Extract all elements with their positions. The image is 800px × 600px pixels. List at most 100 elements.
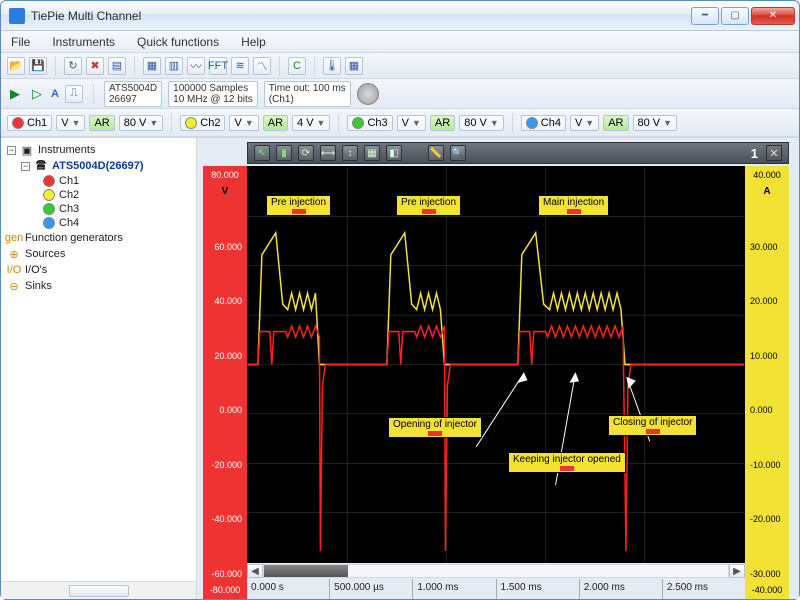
channel-ch4[interactable]: Ch4 [521, 115, 566, 131]
table-icon[interactable]: ▦ [345, 57, 363, 75]
zoom-v-icon[interactable]: ↕ [342, 145, 358, 161]
meter-icon[interactable]: ▥ [165, 57, 183, 75]
collapse-icon[interactable]: − [21, 162, 30, 171]
minimize-button[interactable]: ━ [691, 7, 719, 25]
annotation-pre-injection-2[interactable]: Pre injection [396, 195, 461, 216]
app-window: TiePie Multi Channel ━ ▢ ✕ File Instrume… [0, 0, 800, 600]
ch1-autorange[interactable]: AR [89, 115, 114, 131]
menu-file[interactable]: File [7, 33, 34, 51]
marker-icon[interactable]: ▮ [276, 145, 292, 161]
tree-instruments-node[interactable]: − ▣ Instruments [3, 142, 194, 158]
time-axis[interactable]: 0.000 s 500.000 µs 1.000 ms 1.500 ms 2.0… [247, 579, 745, 599]
left-axis[interactable]: 80.000 V 60.000 40.000 20.000 0.000 -20.… [203, 166, 247, 599]
menubar: File Instruments Quick functions Help [1, 31, 799, 53]
tree-sources[interactable]: ⊕Sources [3, 246, 194, 262]
device-model-box[interactable]: ATS5004D 26697 [104, 81, 162, 107]
menu-instruments[interactable]: Instruments [48, 33, 119, 51]
axis-tick: -20.000 [747, 514, 787, 524]
ch3-range[interactable]: 80 V▼ [459, 115, 504, 131]
signal-icon[interactable]: ≋ [231, 57, 249, 75]
close-button[interactable]: ✕ [751, 7, 795, 25]
sample-info-box[interactable]: 100000 Samples 10 MHz @ 12 bits [168, 81, 258, 107]
app-icon [9, 8, 25, 24]
menu-quick-functions[interactable]: Quick functions [133, 33, 223, 51]
doc-icon[interactable]: ▤ [108, 57, 126, 75]
time-tick: 1.000 ms [412, 579, 495, 599]
ch2-color-dot [185, 117, 197, 129]
fft-icon[interactable]: FFT [209, 57, 227, 75]
timeout-box[interactable]: Time out: 100 ms (Ch1) [264, 81, 351, 107]
play-once-icon[interactable]: ▷ [29, 86, 45, 102]
tree-ch3[interactable]: Ch3 [3, 202, 194, 216]
ch4-range[interactable]: 80 V▼ [633, 115, 678, 131]
ch4-coupling[interactable]: V▼ [570, 115, 599, 131]
scroll-track[interactable] [263, 564, 729, 578]
search-icon[interactable]: 🔍 [450, 145, 466, 161]
zoom-h-icon[interactable]: ⟷ [320, 145, 336, 161]
play-icon[interactable]: ▶ [7, 86, 23, 102]
scroll-thumb[interactable] [264, 565, 348, 577]
annotation-opening[interactable]: Opening of injector [388, 417, 482, 438]
tree-sinks[interactable]: ⊖Sinks [3, 278, 194, 294]
open-icon[interactable]: 📂 [7, 57, 25, 75]
right-axis-scale: A 30.000 20.000 10.000 0.000 -10.000 -20… [745, 184, 789, 581]
save-icon[interactable]: 💾 [29, 57, 47, 75]
tree-device-node[interactable]: − 🖀 ATS5004D(26697) [3, 158, 194, 174]
add-panel-icon[interactable]: ▦ [143, 57, 161, 75]
chevron-down-icon: ▼ [663, 118, 672, 128]
ch3-coupling[interactable]: V▼ [397, 115, 426, 131]
annotation-main-injection[interactable]: Main injection [538, 195, 609, 216]
palette-icon[interactable]: ▦ [364, 145, 380, 161]
ch2-range[interactable]: 4 V▼ [292, 115, 330, 131]
chart-icon[interactable]: 〽 [253, 57, 271, 75]
scroll-left-icon[interactable]: ◀ [247, 564, 263, 578]
ch1-coupling[interactable]: V▼ [56, 115, 85, 131]
channel-ch3[interactable]: Ch3 [347, 115, 392, 131]
ch4-autorange[interactable]: AR [603, 115, 628, 131]
refresh-icon[interactable]: ↻ [64, 57, 82, 75]
delete-icon[interactable]: ✖ [86, 57, 104, 75]
ch2-autorange[interactable]: AR [263, 115, 288, 131]
measure-icon[interactable]: ⟳ [298, 145, 314, 161]
temp-icon[interactable]: 🌡 [323, 57, 341, 75]
tree-ch4[interactable]: Ch4 [3, 216, 194, 230]
graph-close-icon[interactable]: ✕ [766, 145, 782, 161]
clamp-icon[interactable]: С [288, 57, 306, 75]
tree-ch1[interactable]: Ch1 [3, 174, 194, 188]
annotation-keeping[interactable]: Keeping injector opened [508, 452, 626, 473]
separator [171, 113, 172, 133]
annotation-pre-injection-1[interactable]: Pre injection [266, 195, 331, 216]
graph-icon[interactable]: 〰 [187, 57, 205, 75]
instrument-tree: − ▣ Instruments − 🖀 ATS5004D(26697) Ch1 … [1, 138, 196, 581]
scrollbar-thumb[interactable] [69, 585, 129, 597]
autoset-icon[interactable]: A [51, 88, 59, 100]
ruler-icon[interactable]: 📏 [428, 145, 444, 161]
channel-ch1[interactable]: Ch1 [7, 115, 52, 131]
chevron-down-icon: ▼ [149, 118, 158, 128]
cursor-icon[interactable]: ↖ [254, 145, 270, 161]
channel-ch2[interactable]: Ch2 [180, 115, 225, 131]
horizontal-scrollbar[interactable]: ◀ ▶ [247, 563, 745, 579]
ch3-autorange[interactable]: AR [430, 115, 455, 131]
collapse-icon[interactable]: − [7, 146, 16, 155]
scope-toolbar: ↖ ▮ ⟳ ⟷ ↕ ▦ ◧ 📏 🔍 1 ✕ [247, 142, 789, 164]
ch1-range[interactable]: 80 V▼ [119, 115, 164, 131]
scope-canvas[interactable]: Pre injection Pre injection Main injecti… [247, 166, 745, 563]
menu-help[interactable]: Help [237, 33, 270, 51]
marker-icon [560, 466, 574, 471]
axis-tick: 0.000 [205, 405, 245, 415]
maximize-button[interactable]: ▢ [721, 7, 749, 25]
tree-ch2[interactable]: Ch2 [3, 188, 194, 202]
sidebar-scrollbar[interactable] [1, 581, 196, 599]
ch2-coupling[interactable]: V▼ [229, 115, 258, 131]
tree-ios[interactable]: I/OI/O's [3, 262, 194, 278]
tree-funcgen[interactable]: genFunction generators [3, 230, 194, 246]
annotation-closing[interactable]: Closing of injector [608, 415, 697, 436]
axis-tick: -10.000 [747, 460, 787, 470]
scroll-right-icon[interactable]: ▶ [729, 564, 745, 578]
trigger-icon[interactable]: ⎍ [65, 85, 83, 103]
right-axis[interactable]: 40.000 A 30.000 20.000 10.000 0.000 -10.… [745, 166, 789, 599]
eraser-icon[interactable]: ◧ [386, 145, 402, 161]
gear-icon[interactable] [357, 83, 379, 105]
channel-bar: Ch1 V▼ AR 80 V▼ Ch2 V▼ AR 4 V▼ Ch3 V▼ AR… [1, 109, 799, 137]
